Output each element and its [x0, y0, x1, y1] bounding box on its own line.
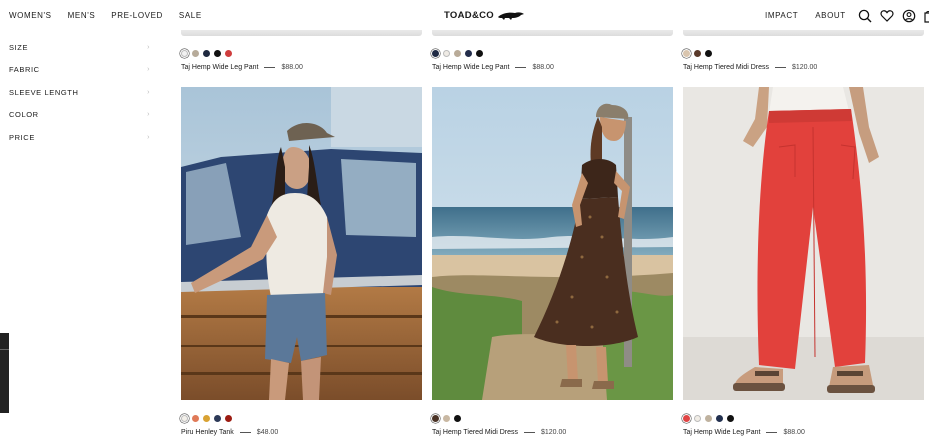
color-swatches: [683, 49, 924, 57]
nav-mens[interactable]: MEN'S: [68, 11, 96, 20]
product-image[interactable]: [432, 87, 673, 400]
account-icon[interactable]: [902, 9, 916, 23]
product-image-edge[interactable]: [432, 30, 673, 36]
product-info: Piru Henley Tank $48.00: [181, 429, 422, 436]
color-swatch[interactable]: [476, 49, 483, 57]
product-price: $120.00: [791, 64, 818, 71]
product-image-edge[interactable]: [181, 30, 422, 36]
cart-icon[interactable]: [924, 9, 929, 23]
filter-price[interactable]: PRICE ›: [0, 126, 150, 149]
color-swatch[interactable]: [203, 414, 210, 422]
color-swatch[interactable]: [705, 414, 712, 422]
color-swatch[interactable]: [181, 49, 188, 57]
chevron-right-icon: ›: [147, 88, 150, 96]
nav-pre-loved[interactable]: PRE-LOVED: [111, 11, 163, 20]
filter-label: FABRIC: [9, 65, 40, 75]
color-swatches: [432, 49, 673, 57]
product-price: $88.00: [281, 64, 303, 71]
product-name[interactable]: Taj Hemp Wide Leg Pant: [432, 64, 509, 71]
brand-logo-text: TOAD&CO: [444, 10, 494, 21]
product-price: $88.00: [532, 64, 554, 71]
filter-sleeve-length[interactable]: SLEEVE LENGTH ›: [0, 81, 150, 104]
color-swatch[interactable]: [694, 49, 701, 57]
color-swatch[interactable]: [214, 49, 221, 57]
product-info: Taj Hemp Wide Leg Pant $88.00: [181, 64, 422, 71]
chevron-right-icon: ›: [147, 133, 150, 141]
product-info: Taj Hemp Wide Leg Pant $88.00: [432, 64, 673, 71]
color-swatch[interactable]: [454, 414, 461, 422]
color-swatch[interactable]: [192, 49, 199, 57]
primary-nav: WOMEN'S MEN'S PRE-LOVED SALE: [9, 11, 202, 20]
product-image[interactable]: [181, 87, 422, 400]
product-info: Taj Hemp Tiered Midi Dress $120.00: [432, 429, 673, 436]
site-header: WOMEN'S MEN'S PRE-LOVED SALE TOAD&CO IMP…: [0, 0, 929, 32]
color-swatch[interactable]: [727, 414, 734, 422]
filter-label: PRICE: [9, 132, 35, 142]
product-name[interactable]: Taj Hemp Wide Leg Pant: [683, 429, 760, 436]
toad-logo-icon: [497, 12, 524, 20]
color-swatch[interactable]: [225, 414, 232, 422]
product-card[interactable]: Taj Hemp Tiered Midi Dress $120.00: [432, 87, 673, 436]
color-swatch[interactable]: [214, 414, 221, 422]
product-info: Taj Hemp Wide Leg Pant $88.00: [683, 429, 924, 436]
product-card[interactable]: Taj Hemp Tiered Midi Dress $120.00: [683, 49, 924, 71]
color-swatches: [181, 49, 422, 57]
product-card[interactable]: Taj Hemp Wide Leg Pant $88.00: [432, 49, 673, 71]
side-feedback-tab[interactable]: [0, 333, 9, 413]
nav-impact[interactable]: IMPACT: [765, 11, 798, 20]
photo-woman-beach: [432, 87, 673, 400]
header-icons: [858, 9, 929, 23]
product-price: $120.00: [540, 429, 567, 436]
filter-label: SIZE: [9, 42, 29, 52]
product-name[interactable]: Piru Henley Tank: [181, 429, 234, 436]
chevron-right-icon: ›: [147, 66, 150, 74]
product-name[interactable]: Taj Hemp Tiered Midi Dress: [683, 64, 769, 71]
search-icon[interactable]: [858, 9, 872, 23]
color-swatch[interactable]: [203, 49, 210, 57]
color-swatches: [683, 414, 924, 422]
product-name[interactable]: Taj Hemp Tiered Midi Dress: [432, 429, 518, 436]
color-swatch[interactable]: [432, 49, 439, 57]
color-swatches: [432, 414, 673, 422]
color-swatch[interactable]: [432, 414, 439, 422]
color-swatch[interactable]: [443, 49, 450, 57]
color-swatch[interactable]: [465, 49, 472, 57]
color-swatch[interactable]: [716, 414, 723, 422]
heart-icon[interactable]: [880, 9, 894, 23]
photo-woman-truck: [181, 87, 422, 400]
color-swatch[interactable]: [181, 414, 188, 422]
nav-sale[interactable]: SALE: [179, 11, 202, 20]
filter-fabric[interactable]: FABRIC ›: [0, 59, 150, 82]
photo-red-pants: [683, 87, 924, 400]
product-image-edge[interactable]: [683, 30, 924, 36]
product-price: $88.00: [783, 429, 805, 436]
chevron-right-icon: ›: [147, 43, 150, 51]
color-swatch[interactable]: [683, 414, 690, 422]
nav-about[interactable]: ABOUT: [815, 11, 846, 20]
color-swatch[interactable]: [683, 49, 690, 57]
color-swatch[interactable]: [454, 49, 461, 57]
chevron-right-icon: ›: [147, 111, 150, 119]
color-swatch[interactable]: [694, 414, 701, 422]
color-swatches: [181, 414, 422, 422]
product-card[interactable]: Taj Hemp Wide Leg Pant $88.00: [181, 49, 422, 71]
filter-label: SLEEVE LENGTH: [9, 87, 79, 97]
product-image[interactable]: [683, 87, 924, 400]
color-swatch[interactable]: [443, 414, 450, 422]
color-swatch[interactable]: [225, 49, 232, 57]
color-swatch[interactable]: [705, 49, 712, 57]
color-swatch[interactable]: [192, 414, 199, 422]
brand-logo[interactable]: TOAD&CO: [444, 10, 525, 21]
product-info: Taj Hemp Tiered Midi Dress $120.00: [683, 64, 924, 71]
filter-label: COLOR: [9, 110, 39, 120]
product-card[interactable]: Taj Hemp Wide Leg Pant $88.00: [683, 87, 924, 436]
nav-womens[interactable]: WOMEN'S: [9, 11, 52, 20]
product-price: $48.00: [256, 429, 279, 436]
product-card[interactable]: Piru Henley Tank $48.00: [181, 87, 422, 436]
filter-color[interactable]: COLOR ›: [0, 104, 150, 127]
secondary-nav: IMPACT ABOUT: [765, 11, 846, 20]
filter-sidebar: SIZE › FABRIC › SLEEVE LENGTH › COLOR › PRIC…: [0, 36, 150, 149]
filter-size[interactable]: SIZE ›: [0, 36, 150, 59]
product-name[interactable]: Taj Hemp Wide Leg Pant: [181, 64, 258, 71]
